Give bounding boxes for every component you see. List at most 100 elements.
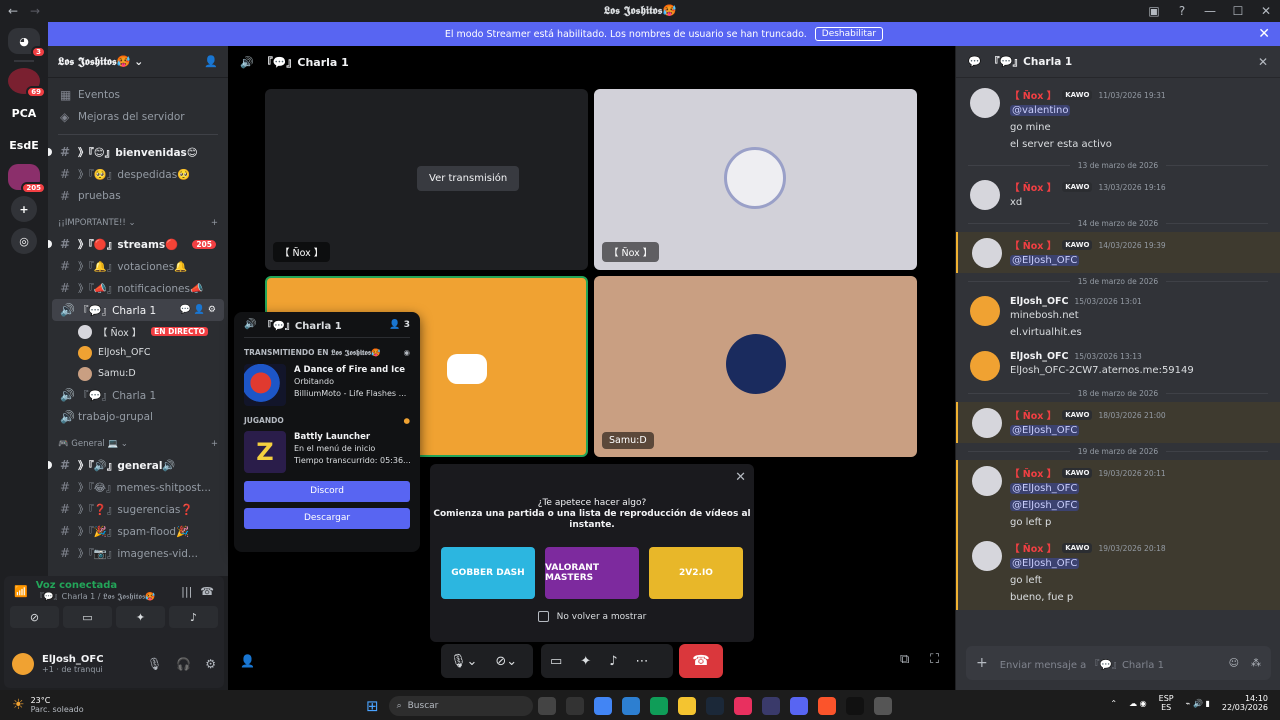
message-author[interactable]: 【 Ñox 】 [1010, 408, 1056, 422]
channel-general[interactable]: # 》『🔊』general🔊 [48, 454, 228, 476]
activities-icon[interactable]: ✦ [571, 654, 600, 669]
message-author[interactable]: 【 Ñox 】 [1010, 466, 1056, 480]
game-card-gobber-dash[interactable]: GOBBER DASH [441, 547, 535, 599]
popout-icon[interactable]: ⧉ [900, 652, 909, 667]
voice-user-nox[interactable]: 【 Ñox 】 EN DIRECTO [48, 321, 228, 342]
avatar[interactable] [970, 351, 1000, 381]
add-channel-icon[interactable]: + [211, 218, 218, 228]
server-tag[interactable]: KAWO [1062, 240, 1093, 250]
channel-imagenes[interactable]: # 》『📷』imagenes-vid... [48, 542, 228, 564]
weather-widget[interactable]: ☀ 23°C Parc. soleado [12, 696, 212, 714]
clock[interactable]: 14:10 22/03/2026 [1222, 694, 1268, 712]
noise-suppression-icon[interactable]: ||| [181, 585, 192, 598]
microphone-icon[interactable]: 🎙⌄ [441, 654, 486, 669]
minimize-icon[interactable]: — [1196, 4, 1224, 18]
message-author[interactable]: ElJosh_OFC [1010, 296, 1069, 307]
chrome-icon[interactable] [593, 697, 612, 715]
disable-streamer-button[interactable]: Deshabilitar [814, 27, 884, 41]
dont-show-again[interactable]: No volver a mostrar [430, 611, 754, 622]
channel-despedidas[interactable]: # 》『🥺』despedidas🥺 [48, 163, 228, 185]
dm-home-button[interactable]: ◕ 3 [8, 28, 46, 58]
chat-message[interactable]: 【 Ñox 】 KAWO 19/03/2026 20:18 @ElJosh_OFC go… [956, 535, 1280, 610]
camera-off-icon[interactable]: ⊘⌄ [486, 654, 526, 669]
close-chat-icon[interactable]: ✕ [1258, 55, 1268, 69]
server-tag[interactable]: KAWO [1062, 468, 1093, 478]
close-icon[interactable]: ✕ [735, 470, 746, 485]
user-tile-samu[interactable]: Samu:D [594, 276, 917, 457]
sidebar-item-events[interactable]: ▦ Eventos [48, 84, 228, 106]
taskbar-search[interactable]: ⌕ Buscar [388, 696, 533, 716]
network-volume-icons[interactable]: ⌁ 🔊 ▮ [1186, 699, 1210, 708]
user-mention[interactable]: @ElJosh_OFC [1010, 500, 1080, 511]
server-tag[interactable]: KAWO [1062, 182, 1093, 192]
message-author[interactable]: 【 Ñox 】 [1010, 541, 1056, 555]
checkbox[interactable] [537, 611, 549, 622]
settings-gear-icon[interactable]: ⚙ [205, 657, 216, 671]
discord-taskbar-icon[interactable] [789, 697, 808, 715]
category-important[interactable]: ¡¡IMPORTANTE!! ⌄ + [48, 213, 228, 233]
music-app-icon[interactable] [733, 697, 752, 715]
fullscreen-icon[interactable]: ⛶ [930, 652, 939, 667]
more-icon[interactable]: ⋯ [627, 654, 658, 669]
close-banner-icon[interactable]: ✕ [1258, 26, 1270, 42]
windows-start-icon[interactable]: ⊞ [366, 697, 379, 715]
user-mention[interactable]: @ElJosh_OFC [1010, 558, 1080, 569]
add-channel-icon[interactable]: + [211, 439, 218, 449]
store-icon[interactable] [621, 697, 640, 715]
back-arrow-icon[interactable]: ← [8, 4, 22, 18]
sidebar-item-boosts[interactable]: ◈ Mejoras del servidor [48, 106, 228, 128]
microphone-icon[interactable]: 🎙 [147, 657, 162, 671]
avatar[interactable] [970, 296, 1000, 326]
chat-message[interactable]: 【 Ñox 】 KAWO 13/03/2026 19:16 xd [956, 174, 1280, 215]
game-activity[interactable]: Z Battly Launcher En el menú de inicio Tie… [244, 431, 411, 473]
server-icon-pca[interactable]: PCA [8, 100, 40, 126]
voice-channel-charla-1[interactable]: 🔊 『💬』Charla 1 💬 👤 ⚙ [52, 299, 224, 321]
soundboard-icon[interactable]: ♪ [600, 654, 626, 669]
discord-button[interactable]: Discord [244, 481, 410, 502]
disconnect-icon[interactable]: ☎ [200, 585, 214, 598]
voice-user-eljosh[interactable]: ElJosh_OFC [48, 342, 228, 363]
avatar[interactable] [970, 88, 1000, 118]
avatar[interactable] [972, 238, 1002, 268]
channel-spam-flood[interactable]: # 》『🎉』spam-flood🎉 [48, 520, 228, 542]
game-card-valorant[interactable]: VALORANT MASTERS [545, 547, 639, 599]
server-tag[interactable]: KAWO [1062, 410, 1093, 420]
user-mention[interactable]: @ElJosh_OFC [1010, 425, 1080, 436]
screen-share-button[interactable]: ▭ [63, 606, 112, 628]
channel-trabajo-grupal[interactable]: 🔊 trabajo-grupal [48, 406, 228, 428]
tray-icons[interactable]: ☁ ◉ [1129, 699, 1147, 708]
inbox-icon[interactable]: ▣ [1140, 4, 1168, 18]
camera-off-button[interactable]: ⊘ [10, 606, 59, 628]
channel-sugerencias[interactable]: # 》『❓』sugerencias❓ [48, 498, 228, 520]
avatar[interactable] [972, 466, 1002, 496]
voice-channel-actions-icon[interactable]: 💬 👤 ⚙ [180, 305, 216, 315]
screen-share-icon[interactable]: ▭ [541, 654, 571, 669]
maximize-icon[interactable]: ☐ [1224, 4, 1252, 18]
server-icon-1[interactable]: 69 [8, 68, 46, 98]
add-server-button[interactable]: + [11, 196, 37, 222]
voice-channel-charla-1b[interactable]: 🔊 『💬』Charla 1 [48, 384, 228, 406]
channel-notificaciones[interactable]: # 》『📣』notificaciones📣 [48, 277, 228, 299]
avatar[interactable] [972, 408, 1002, 438]
invite-icon[interactable]: 👤 [240, 654, 255, 668]
message-author[interactable]: 【 Ñox 】 [1010, 238, 1056, 252]
task-view-icon[interactable] [537, 697, 556, 715]
headphones-icon[interactable]: 🎧 [176, 657, 191, 671]
channel-streams[interactable]: # 》『🔴』streams🔴 205 [48, 233, 228, 255]
app-icon[interactable] [845, 697, 864, 715]
user-mention[interactable]: @ElJosh_OFC [1010, 255, 1080, 266]
signal-icon[interactable]: 📶 [14, 585, 28, 598]
user-mention[interactable]: @ElJosh_OFC [1010, 483, 1080, 494]
voice-user-samu[interactable]: Samu:D [48, 363, 228, 384]
channel-pruebas[interactable]: # pruebas [48, 185, 228, 207]
voice-location[interactable]: 『💬』Charla 1 / 𝕷𝖔𝖘 𝕵𝖔𝖘𝖍𝖎𝖙𝖔𝖘🥵 [36, 591, 156, 602]
app-icon[interactable] [565, 697, 584, 715]
chat-message[interactable]: ElJosh_OFC 15/03/2026 13:13 ElJosh_OFC-2CW… [956, 345, 1280, 385]
discover-button[interactable]: ◎ [11, 228, 37, 254]
message-author[interactable]: ElJosh_OFC [1010, 351, 1069, 362]
language-indicator[interactable]: ESP ES [1159, 694, 1174, 712]
server-tag[interactable]: KAWO [1062, 543, 1093, 553]
stream-activity[interactable]: A Dance of Fire and Ice Orbitando BilliumM… [244, 364, 410, 406]
game-card-2v2io[interactable]: 2V2.IO [649, 547, 743, 599]
disconnect-button[interactable]: ☎ [679, 644, 723, 678]
